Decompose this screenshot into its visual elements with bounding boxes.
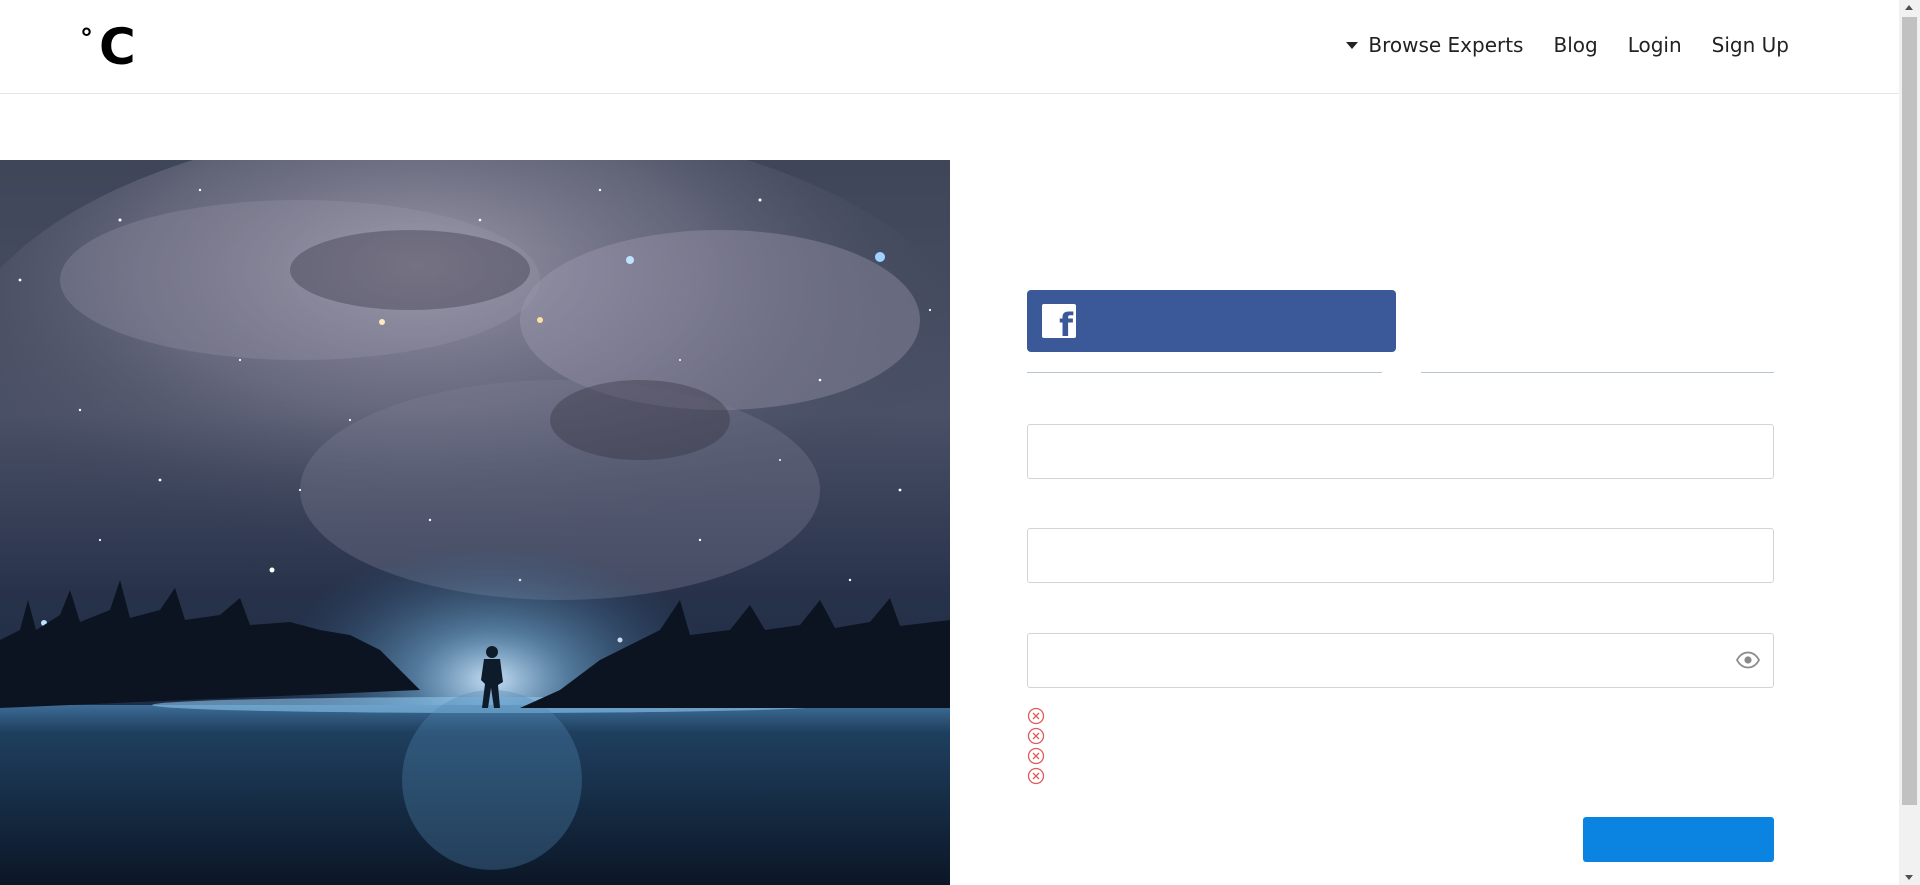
password-rules-list — [1027, 707, 1045, 787]
password-rule-item — [1027, 707, 1045, 725]
password-field[interactable] — [1027, 633, 1774, 688]
eye-icon[interactable] — [1735, 651, 1761, 669]
facebook-signup-button[interactable]: f — [1027, 290, 1396, 352]
second-input-field[interactable] — [1027, 528, 1774, 583]
password-rule-item — [1027, 767, 1045, 785]
nav-signup[interactable]: Sign Up — [1712, 33, 1789, 57]
submit-button[interactable] — [1583, 817, 1774, 862]
x-circle-icon — [1027, 767, 1045, 785]
divider-right — [1421, 372, 1774, 373]
starry-sky-silhouette-image — [0, 160, 950, 885]
scrollbar-thumb[interactable] — [1902, 17, 1917, 805]
x-circle-icon — [1027, 707, 1045, 725]
scroll-down-arrow-icon[interactable] — [1905, 875, 1913, 880]
logo[interactable]: ° C — [78, 22, 138, 72]
caret-down-icon — [1346, 41, 1359, 49]
password-rule-item — [1027, 727, 1045, 745]
signup-page: ° C Browse Experts Blog Login Sign Up f — [0, 0, 1920, 885]
divider-left — [1027, 372, 1382, 373]
x-circle-icon — [1027, 747, 1045, 765]
hero-image — [0, 160, 950, 885]
nav-browse-experts[interactable]: Browse Experts — [1346, 33, 1523, 57]
top-navbar: ° C Browse Experts Blog Login Sign Up — [0, 0, 1899, 94]
scroll-up-arrow-icon[interactable] — [1905, 5, 1913, 10]
nav-browse-experts-label: Browse Experts — [1368, 33, 1524, 57]
password-rule-item — [1027, 747, 1045, 765]
facebook-icon: f — [1042, 304, 1076, 338]
main-nav: Browse Experts Blog Login Sign Up — [1346, 33, 1789, 57]
vertical-scrollbar[interactable] — [1899, 0, 1920, 885]
nav-login[interactable]: Login — [1628, 33, 1682, 57]
x-circle-icon — [1027, 727, 1045, 745]
logo-letter: C — [99, 18, 136, 76]
nav-blog[interactable]: Blog — [1553, 33, 1597, 57]
first-input-field[interactable] — [1027, 424, 1774, 479]
logo-degree: ° — [80, 24, 93, 54]
